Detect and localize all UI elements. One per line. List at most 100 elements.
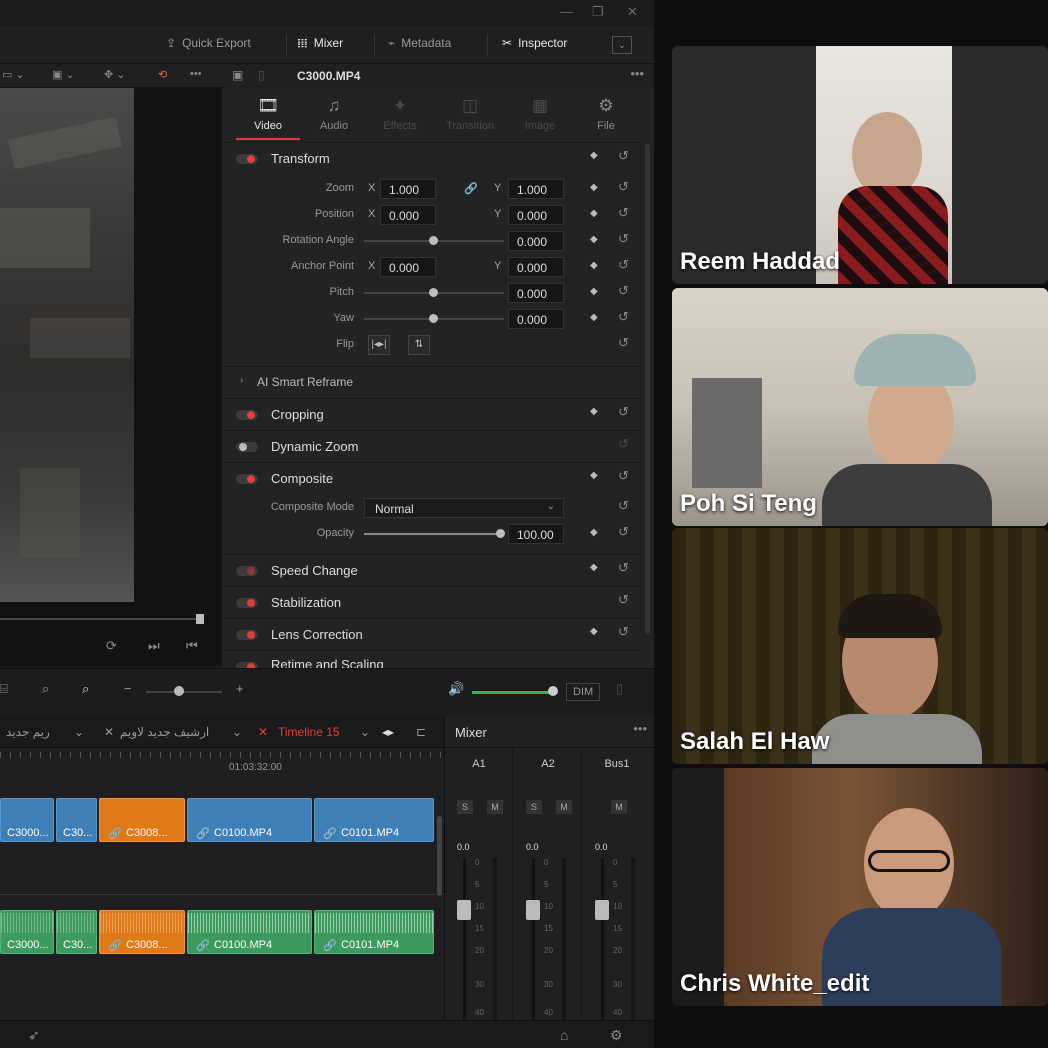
timeline-ruler[interactable]: 01:03:32:00 — [0, 748, 444, 792]
keyframe-icon[interactable]: ◆ — [590, 470, 598, 481]
hd-icon[interactable]: ▣ ⌄ — [52, 68, 75, 81]
fader-track[interactable] — [532, 858, 535, 1038]
position-y-field[interactable]: 0.000 — [508, 205, 564, 225]
fader-track[interactable] — [463, 858, 466, 1038]
reset-icon[interactable]: ↺ — [618, 560, 629, 576]
transform-tool-icon[interactable]: ✥ ⌄ — [104, 68, 126, 81]
video-viewer[interactable]: ⟳ ⏭ ⏮ — [0, 88, 222, 666]
fader-knob[interactable] — [595, 900, 609, 920]
audio-clip[interactable]: 🔗 C3008... — [99, 910, 185, 954]
reset-icon[interactable]: ↺ — [618, 283, 629, 299]
scrubber-handle[interactable] — [196, 614, 204, 624]
reset-icon[interactable]: ↺ — [618, 592, 629, 608]
next-frame-icon[interactable]: ⏭ — [148, 638, 160, 654]
gear-icon[interactable]: ⚙ — [610, 1027, 623, 1044]
tab-audio[interactable]: ♫ Audio — [304, 96, 364, 132]
audio-clip[interactable]: 🔗 C0100.MP4 — [187, 910, 312, 954]
reset-icon[interactable]: ↺ — [618, 498, 629, 514]
position-x-field[interactable]: 0.000 — [380, 205, 436, 225]
minimize-icon[interactable]: — — [560, 4, 573, 19]
zoom-full-icon[interactable]: ⌸ — [0, 681, 8, 697]
reset-icon[interactable]: ↺ — [618, 205, 629, 221]
stabilization-toggle[interactable] — [236, 598, 258, 608]
reset-icon[interactable]: ↺ — [618, 436, 629, 452]
timeline-zoom-slider[interactable] — [146, 691, 222, 693]
mixer-more-button[interactable]: ••• — [633, 721, 647, 736]
slider-knob[interactable] — [496, 529, 505, 538]
fader-track[interactable] — [601, 858, 604, 1038]
keyframe-icon[interactable]: ◆ — [590, 527, 598, 538]
solo-button[interactable]: S — [526, 800, 542, 814]
inspector-button[interactable]: ✂ Inspector — [502, 36, 567, 50]
keyframe-icon[interactable]: ◆ — [590, 208, 598, 219]
opacity-slider[interactable] — [364, 533, 504, 535]
reset-icon[interactable]: ↺ — [618, 309, 629, 325]
rocket-icon[interactable]: ➶ — [28, 1027, 40, 1044]
composite-toggle[interactable] — [236, 474, 258, 484]
keyframe-icon[interactable]: ◆ — [590, 234, 598, 245]
tab-file[interactable]: ⚙ File — [576, 96, 636, 132]
timeline-panel[interactable]: ريم جديد ⌄ ✕ ارشيف جديد لاويم ⌄ ✕ Timeli… — [0, 716, 444, 1048]
audio-clip[interactable]: 🔗 C0101.MP4 — [314, 910, 434, 954]
quick-export-button[interactable]: ⇪ Quick Export — [166, 36, 251, 50]
volume-slider[interactable] — [472, 691, 552, 694]
reset-icon[interactable]: ↺ — [618, 335, 629, 351]
tab-timeline[interactable]: ارشيف جديد لاويم — [120, 725, 209, 739]
speed-change-toggle[interactable] — [236, 566, 258, 576]
flip-vertical-icon[interactable]: ⇅ — [408, 335, 430, 355]
retime-scaling-section[interactable]: Retime and Scaling — [222, 650, 642, 668]
inspector-scrollbar[interactable] — [645, 144, 650, 634]
zoom-x-field[interactable]: 1.000 — [380, 179, 436, 199]
close-icon[interactable]: ✕ — [627, 4, 638, 20]
zoom-custom-icon[interactable]: ⌕ — [82, 681, 89, 697]
video-clip[interactable]: 🔗 C3008... — [99, 798, 185, 842]
keyframe-icon[interactable]: ◆ — [590, 150, 598, 161]
keyframe-icon[interactable]: ◆ — [590, 406, 598, 417]
participant-tile[interactable]: Salah El Haw — [672, 528, 1048, 764]
video-clip[interactable]: 🔗 C0101.MP4 — [314, 798, 434, 842]
mute-button[interactable]: M — [556, 800, 572, 814]
tab-transition[interactable]: ◫ Transition — [440, 96, 500, 132]
participant-tile-active-speaker[interactable]: Poh Si Teng — [672, 288, 1048, 526]
keyframe-icon[interactable]: ◆ — [590, 286, 598, 297]
transform-toggle[interactable] — [236, 154, 258, 164]
reset-icon[interactable]: ↺ — [618, 231, 629, 247]
anchor-y-field[interactable]: 0.000 — [508, 257, 564, 277]
stabilization-section[interactable]: Stabilization ↺ — [222, 586, 642, 618]
maximize-icon[interactable]: ❐ — [592, 4, 604, 20]
slider-knob[interactable] — [429, 288, 438, 297]
link-icon[interactable]: 🔗 — [464, 182, 478, 195]
tab-timeline[interactable]: ريم جديد — [6, 725, 50, 739]
reset-icon[interactable]: ↺ — [618, 524, 629, 540]
home-icon[interactable]: ⌂ — [560, 1027, 568, 1043]
inspector-more-button[interactable]: ••• — [630, 66, 644, 81]
reset-icon[interactable]: ↺ — [618, 404, 629, 420]
pitch-field[interactable]: 0.000 — [508, 283, 564, 303]
zoom-in-icon[interactable]: + — [236, 681, 244, 696]
speed-change-section[interactable]: Speed Change ◆ ↺ — [222, 554, 642, 586]
reset-icon[interactable]: ↺ — [618, 468, 629, 484]
image-view-icon[interactable]: ▣ — [232, 68, 243, 82]
participant-tile[interactable]: Reem Haddad — [672, 46, 1048, 284]
chevron-down-icon[interactable]: ⌄ — [74, 725, 84, 739]
ai-smart-reframe-section[interactable]: › AI Smart Reframe — [222, 366, 642, 396]
reset-icon[interactable]: ↺ — [618, 257, 629, 273]
tab-effects[interactable]: ✦ Effects — [370, 96, 430, 132]
previous-frame-icon[interactable]: ⏮ — [186, 638, 198, 654]
rotation-field[interactable]: 0.000 — [508, 231, 564, 251]
cropping-toggle[interactable] — [236, 410, 258, 420]
dim-button[interactable]: DIM — [566, 683, 601, 701]
tab-scroll-icon[interactable]: ◂▸ — [382, 725, 394, 739]
mute-button[interactable]: M — [487, 800, 503, 814]
reset-icon[interactable]: ↺ — [618, 179, 629, 195]
speaker-icon[interactable]: 🔊 — [448, 681, 464, 697]
viewer-size-icon[interactable]: ▭ ⌄ — [2, 68, 25, 81]
loop-playback-icon[interactable]: ⟳ — [106, 638, 117, 654]
viewer-scrubber[interactable] — [0, 618, 200, 620]
anchor-x-field[interactable]: 0.000 — [380, 257, 436, 277]
tab-image[interactable]: ▦ Image — [510, 96, 570, 132]
flip-horizontal-icon[interactable]: |◂▸| — [368, 335, 390, 355]
mute-button[interactable]: M — [611, 800, 627, 814]
fader-knob[interactable] — [526, 900, 540, 920]
slider-knob[interactable] — [429, 236, 438, 245]
